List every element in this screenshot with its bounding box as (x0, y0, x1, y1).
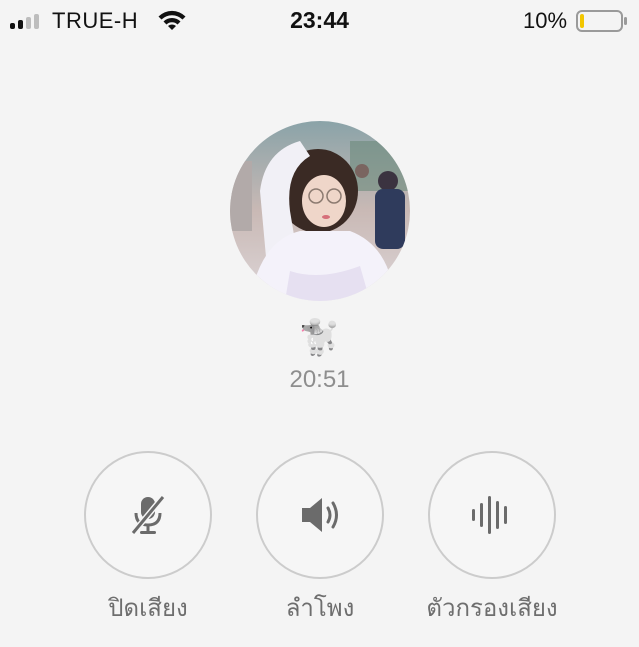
status-bar: TRUE-H 23:44 10% (0, 0, 639, 42)
mute-button[interactable] (84, 451, 212, 581)
caller-avatar (230, 121, 410, 301)
avatar-photo (230, 121, 410, 301)
battery-percentage: 10% (523, 8, 568, 33)
carrier-name: TRUE-H (52, 8, 139, 33)
sound-filter-button[interactable] (428, 451, 556, 581)
sound-filter-icon (472, 496, 507, 534)
speaker-button[interactable] (256, 451, 384, 581)
caller-name: 🐩 (298, 318, 341, 358)
wifi-icon (158, 10, 186, 30)
cellular-signal-icon (10, 13, 46, 29)
sound-filter-label: ตัวกรองเสียง (426, 594, 558, 622)
speaker-icon (302, 498, 338, 532)
call-duration: 20:51 (289, 366, 350, 393)
mic-off-icon (130, 495, 166, 535)
battery-icon (576, 10, 627, 32)
